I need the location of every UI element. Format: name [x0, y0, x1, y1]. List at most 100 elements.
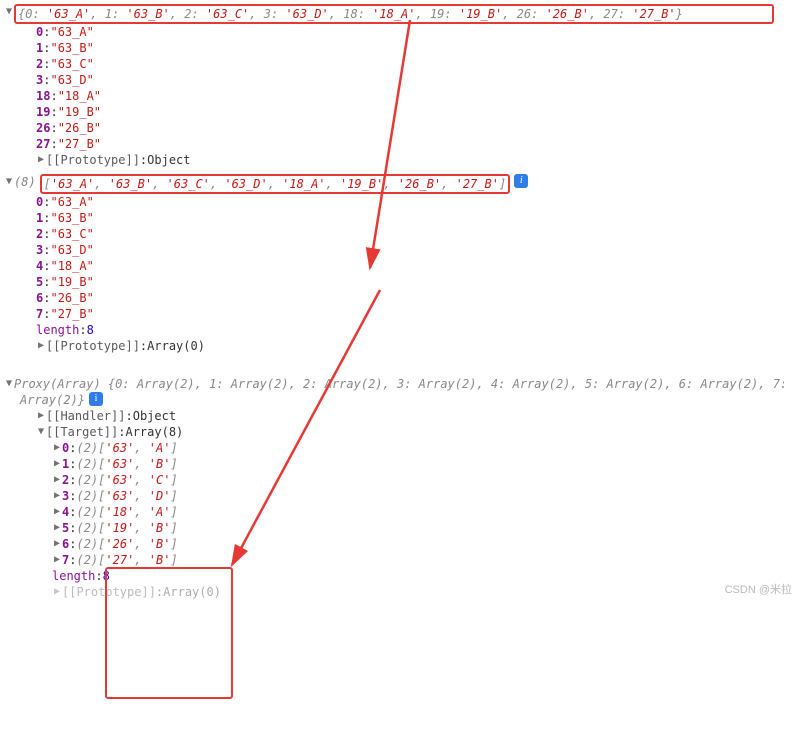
property-value: "63_D": [50, 72, 93, 88]
prototype-value: Array(0): [147, 338, 205, 354]
property-value: "63_C": [50, 56, 93, 72]
array-count: (2): [76, 488, 98, 504]
handler-value: Object: [133, 408, 176, 424]
property-value: "63_B": [50, 40, 93, 56]
array-count: (2): [76, 504, 98, 520]
length-row: length : 8: [4, 322, 798, 338]
array-summary-row[interactable]: (8) ['63_A', '63_B', '63_C', '63_D', '18…: [4, 174, 798, 194]
array-preview: ['19', 'B']: [98, 520, 178, 536]
array-count: (2): [76, 520, 98, 536]
property-key: 2: [62, 472, 69, 488]
expand-arrow-icon[interactable]: [52, 520, 62, 536]
property-key: 2: [36, 56, 43, 72]
property-row: 2: "63_C": [4, 56, 798, 72]
target-item-row[interactable]: 6: (2) ['26', 'B']: [4, 536, 798, 552]
expand-arrow-icon[interactable]: [52, 552, 62, 568]
info-icon[interactable]: i: [514, 174, 528, 188]
target-item-row[interactable]: 0: (2) ['63', 'A']: [4, 440, 798, 456]
property-key: 2: [36, 226, 43, 242]
target-item-row[interactable]: 5: (2) ['19', 'B']: [4, 520, 798, 536]
property-key: 4: [36, 258, 43, 274]
array-count: (2): [76, 552, 98, 568]
expand-arrow-icon[interactable]: [36, 152, 46, 168]
expand-arrow-icon[interactable]: [36, 408, 46, 424]
property-row: 7: "27_B": [4, 306, 798, 322]
array-count: (2): [76, 472, 98, 488]
expand-arrow-icon[interactable]: [52, 584, 62, 600]
property-value: "63_B": [50, 210, 93, 226]
handler-row[interactable]: [[Handler]] : Object: [4, 408, 798, 424]
property-value: "63_A": [50, 24, 93, 40]
property-key: 3: [36, 72, 43, 88]
target-item-row[interactable]: 3: (2) ['63', 'D']: [4, 488, 798, 504]
expand-arrow-icon[interactable]: [52, 504, 62, 520]
expand-arrow-icon[interactable]: [4, 4, 14, 20]
target-item-row[interactable]: 4: (2) ['18', 'A']: [4, 504, 798, 520]
property-key: 5: [62, 520, 69, 536]
target-row[interactable]: [[Target]] : Array(8): [4, 424, 798, 440]
property-row: 1: "63_B": [4, 210, 798, 226]
property-row: 3: "63_D": [4, 242, 798, 258]
property-row: 5: "19_B": [4, 274, 798, 290]
proxy-summary: Proxy(Array) {0: Array(2), 1: Array(2), …: [14, 376, 784, 392]
expand-arrow-icon[interactable]: [52, 440, 62, 456]
property-value: "63_C": [50, 226, 93, 242]
property-key: 0: [62, 440, 69, 456]
expand-arrow-icon[interactable]: [4, 376, 14, 392]
property-row: 4: "18_A": [4, 258, 798, 274]
handler-label: [[Handler]]: [46, 408, 125, 424]
prototype-value: Object: [147, 152, 190, 168]
expand-arrow-icon[interactable]: [36, 338, 46, 354]
target-item-row[interactable]: 7: (2) ['27', 'B']: [4, 552, 798, 568]
object-summary-row[interactable]: {0: '63_A', 1: '63_B', 2: '63_C', 3: '63…: [4, 4, 798, 24]
property-key: 27: [36, 136, 50, 152]
property-value: "19_B": [50, 274, 93, 290]
property-value: "63_D": [50, 242, 93, 258]
prototype-label: [[Prototype]]: [46, 152, 140, 168]
property-key: 19: [36, 104, 50, 120]
array-preview: ['63', 'B']: [98, 456, 178, 472]
property-row: 3: "63_D": [4, 72, 798, 88]
property-row: 1: "63_B": [4, 40, 798, 56]
expand-arrow-icon[interactable]: [52, 456, 62, 472]
property-row: 0: "63_A": [4, 194, 798, 210]
target-item-row[interactable]: 2: (2) ['63', 'C']: [4, 472, 798, 488]
property-row: 19: "19_B": [4, 104, 798, 120]
target-item-row[interactable]: 1: (2) ['63', 'B']: [4, 456, 798, 472]
array-count: (8): [14, 174, 36, 190]
array-summary: ['63_A', '63_B', '63_C', '63_D', '18_A',…: [44, 177, 507, 191]
expand-arrow-icon[interactable]: [52, 472, 62, 488]
property-key: 3: [36, 242, 43, 258]
expand-arrow-icon[interactable]: [4, 174, 14, 190]
property-row: 27: "27_B": [4, 136, 798, 152]
prototype-label: [[Prototype]]: [46, 338, 140, 354]
property-value: "27_B": [50, 306, 93, 322]
property-value: "27_B": [58, 136, 101, 152]
info-icon[interactable]: i: [89, 392, 103, 406]
property-key: 26: [36, 120, 50, 136]
expand-arrow-icon[interactable]: [36, 424, 46, 440]
highlight-box-3: [105, 567, 233, 699]
property-row: 18: "18_A": [4, 88, 798, 104]
array-count: (2): [76, 456, 98, 472]
object-summary: {0: '63_A', 1: '63_B', 2: '63_C', 3: '63…: [18, 7, 683, 21]
prototype-row[interactable]: [[Prototype]] : Array(0): [4, 338, 798, 354]
proxy-summary-continuation: Array(2)} i: [4, 392, 798, 408]
property-key: 7: [62, 552, 69, 568]
property-key: 1: [36, 40, 43, 56]
property-key: 6: [62, 536, 69, 552]
property-row: 0: "63_A": [4, 24, 798, 40]
property-value: "18_A": [58, 88, 101, 104]
property-key: 6: [36, 290, 43, 306]
prototype-row[interactable]: [[Prototype]] : Object: [4, 152, 798, 168]
highlight-box-2: ['63_A', '63_B', '63_C', '63_D', '18_A',…: [40, 174, 511, 194]
proxy-summary-row[interactable]: Proxy(Array) {0: Array(2), 1: Array(2), …: [4, 376, 798, 392]
property-value: "26_B": [50, 290, 93, 306]
expand-arrow-icon[interactable]: [52, 488, 62, 504]
property-value: "18_A": [50, 258, 93, 274]
array-preview: ['27', 'B']: [98, 552, 178, 568]
property-key: 1: [36, 210, 43, 226]
property-value: "63_A": [50, 194, 93, 210]
property-value: "19_B": [58, 104, 101, 120]
expand-arrow-icon[interactable]: [52, 536, 62, 552]
